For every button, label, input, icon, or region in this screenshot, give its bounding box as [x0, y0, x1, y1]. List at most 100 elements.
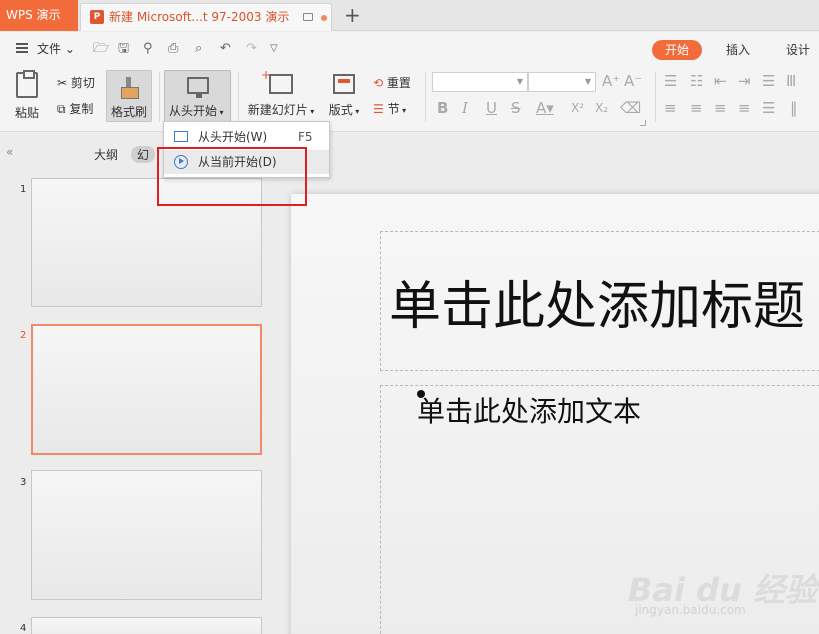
font-dialog-launcher-icon[interactable] [640, 120, 646, 126]
slide-number: 3 [20, 477, 27, 488]
columns-icon[interactable]: ‖ [790, 100, 798, 116]
document-tab-title: 新建 Microsoft...t 97-2003 演示 [109, 10, 290, 24]
clipboard-icon [16, 70, 38, 98]
print-preview-icon[interactable]: ⌕ [195, 42, 202, 56]
divider [425, 72, 426, 122]
tab-outline[interactable]: 大纲 [94, 146, 118, 163]
open-folder-icon[interactable]: 🗁 [93, 42, 109, 56]
underline-icon[interactable]: U [486, 100, 497, 116]
print-icon[interactable]: ⎙ [168, 42, 178, 56]
tab-slides[interactable]: 幻 [131, 146, 156, 163]
decrease-indent-icon[interactable]: ⇤ [714, 73, 727, 89]
unsaved-dot-icon [321, 15, 327, 21]
brush-icon [121, 77, 139, 99]
slide-thumbnail-selected[interactable] [31, 324, 262, 455]
bold-icon[interactable]: B [437, 100, 448, 116]
format-painter-label: 格式刷 [111, 105, 148, 119]
new-slide-icon [261, 68, 293, 94]
document-tab[interactable]: P 新建 Microsoft...t 97-2003 演示 [80, 3, 332, 31]
align-left-icon[interactable]: ≡ [664, 100, 677, 116]
tab-home[interactable]: 开始 [652, 40, 702, 60]
start-from-beginning-label: 从头开始 ▾ [169, 104, 224, 118]
save-icon[interactable]: 🖫 [118, 42, 129, 56]
divider [159, 72, 160, 122]
superscript-icon[interactable]: X² [571, 100, 584, 116]
slide-number: 1 [20, 184, 27, 195]
italic-icon[interactable]: I [462, 100, 468, 116]
align-center-icon[interactable]: ≡ [690, 100, 703, 116]
slide-number: 2 [20, 330, 27, 341]
subscript-icon[interactable]: X₂ [595, 100, 608, 116]
file-menu[interactable]: 文件 ⌄ [37, 40, 75, 57]
copy-button[interactable]: ⧉ 复制 [57, 100, 93, 117]
wps-app-tab[interactable]: WPS 演示 [0, 0, 78, 31]
projector-icon [187, 77, 209, 98]
monitor-icon [303, 13, 313, 21]
paste-label: 粘贴 [14, 106, 39, 120]
redo-icon[interactable]: ↷ [246, 42, 257, 56]
text-direction-icon[interactable]: Ⅲ [786, 73, 796, 89]
copy-label: 复制 [69, 102, 94, 116]
justify-icon[interactable]: ≡ [738, 100, 751, 116]
decrease-font-icon[interactable]: A⁻ [624, 73, 642, 89]
title-placeholder[interactable]: 单击此处添加标题 [380, 231, 819, 371]
paste-button[interactable]: 粘贴 [10, 70, 44, 121]
ribbon: 粘贴 ✂ 剪切 ⧉ 复制 格式刷 从头开始 ▾ 新建幻灯片 ▾ 版式 ▾ ⟲ 重… [0, 64, 819, 132]
projector-icon [174, 131, 188, 142]
title-bar: WPS 演示 P 新建 Microsoft...t 97-2003 演示 + [0, 0, 819, 31]
bullet-list-icon[interactable]: ☰ [664, 73, 677, 89]
file-menu-label: 文件 [37, 42, 62, 56]
divider [655, 72, 656, 122]
cut-label: 剪切 [70, 76, 95, 90]
numbered-list-icon[interactable]: ☷ [690, 73, 703, 89]
distribute-icon[interactable]: ☰ [762, 100, 775, 116]
scissors-icon: ✂ [57, 76, 68, 90]
customize-dropdown-icon[interactable]: ▽ [270, 42, 278, 56]
title-placeholder-text: 单击此处添加标题 [389, 277, 806, 337]
font-family-select[interactable]: ▼ [432, 72, 528, 92]
new-slide-label: 新建幻灯片 ▾ [247, 103, 315, 117]
start-from-beginning-button[interactable]: 从头开始 ▾ [164, 70, 231, 122]
body-placeholder-text: 单击此处添加文本 [417, 395, 642, 428]
slide-number: 4 [20, 623, 27, 634]
annotation-highlight-box [157, 147, 307, 206]
new-slide-button[interactable]: 新建幻灯片 ▾ [246, 68, 316, 118]
shortcut-label: F5 [298, 130, 313, 144]
divider [238, 72, 239, 122]
section-button[interactable]: ☰ 节 ▾ [373, 100, 406, 117]
format-painter-button[interactable]: 格式刷 [106, 70, 152, 122]
tab-insert[interactable]: 插入 [718, 40, 758, 60]
reset-icon: ⟲ [373, 76, 384, 90]
layout-icon [333, 74, 355, 94]
align-right-icon[interactable]: ≡ [714, 100, 727, 116]
menu-item-start-from-beginning[interactable]: 从头开始(W) F5 [164, 125, 329, 149]
font-size-select[interactable]: ▼ [528, 72, 596, 92]
copy-icon: ⧉ [57, 102, 66, 116]
layout-label: 版式 ▾ [328, 103, 360, 117]
hamburger-menu-icon[interactable] [16, 43, 28, 53]
reset-label: 重置 [386, 76, 411, 90]
cut-button[interactable]: ✂ 剪切 [57, 74, 95, 91]
line-spacing-icon[interactable]: ☰ [762, 73, 775, 89]
menu-item-label: 从头开始(W) [198, 130, 268, 144]
increase-font-icon[interactable]: A⁺ [602, 73, 620, 89]
strikethrough-icon[interactable]: S [511, 100, 521, 116]
new-tab-button[interactable]: + [344, 3, 361, 27]
reset-button[interactable]: ⟲ 重置 [373, 74, 411, 91]
font-color-icon[interactable]: A▾ [536, 100, 554, 116]
collapse-pane-icon[interactable]: « [6, 145, 13, 159]
clear-format-icon[interactable]: ⌫ [620, 100, 641, 116]
presentation-file-icon: P [90, 10, 104, 24]
slide-editor: 单击此处添加标题 单击此处添加文本 [279, 140, 819, 634]
watermark-url: jingyan.baidu.com [635, 603, 746, 617]
slide-thumbnail[interactable] [31, 617, 262, 634]
slide-thumbnail[interactable] [31, 470, 262, 600]
layout-button[interactable]: 版式 ▾ [326, 74, 362, 118]
increase-indent-icon[interactable]: ⇥ [738, 73, 751, 89]
section-label: 节 [387, 102, 400, 116]
find-icon[interactable]: ⚲ [143, 42, 153, 56]
undo-icon[interactable]: ↶ [220, 42, 231, 56]
slide-thumbnail-pane: « 大纲 幻 1 2 3 4 [0, 140, 275, 634]
tab-design[interactable]: 设计 [778, 40, 818, 60]
section-icon: ☰ [373, 102, 384, 116]
